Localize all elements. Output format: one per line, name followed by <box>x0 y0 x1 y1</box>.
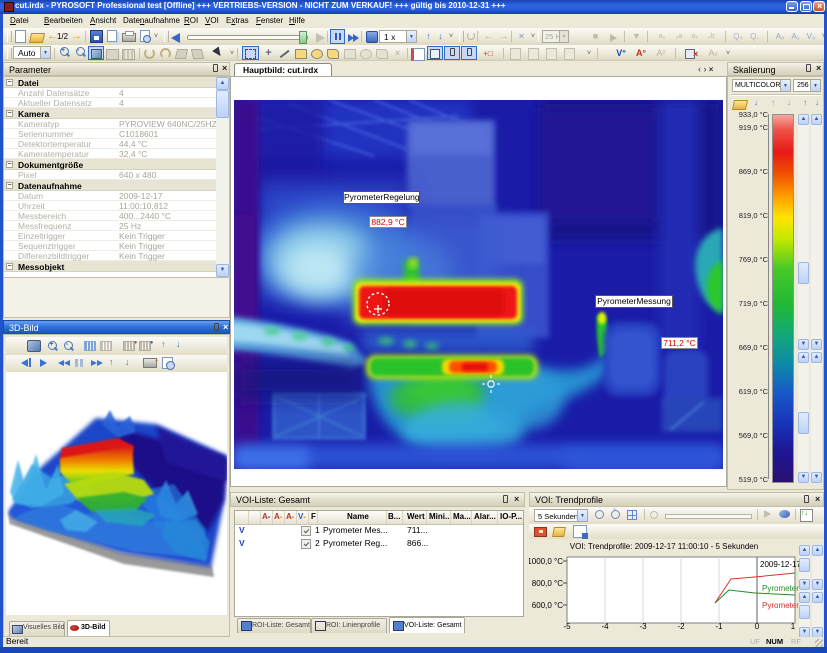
svg-text:-3: -3 <box>639 622 647 631</box>
svg-text:2009-12-17: 2009-12-17 <box>760 560 799 569</box>
svg-text:600,0 °C: 600,0 °C <box>532 601 563 610</box>
svg-text:1: 1 <box>791 622 796 631</box>
svg-text:Pyrometer R: Pyrometer R <box>762 584 799 593</box>
svg-text:-1: -1 <box>715 622 723 631</box>
svg-text:1000,0 °C: 1000,0 °C <box>529 557 563 566</box>
svg-text:-4: -4 <box>601 622 609 631</box>
svg-text:-2: -2 <box>677 622 685 631</box>
svg-text:Pyrometer M: Pyrometer M <box>762 601 799 610</box>
svg-text:800,0 °C: 800,0 °C <box>532 579 563 588</box>
svg-text:-5: -5 <box>563 622 571 631</box>
svg-text:0: 0 <box>755 622 760 631</box>
